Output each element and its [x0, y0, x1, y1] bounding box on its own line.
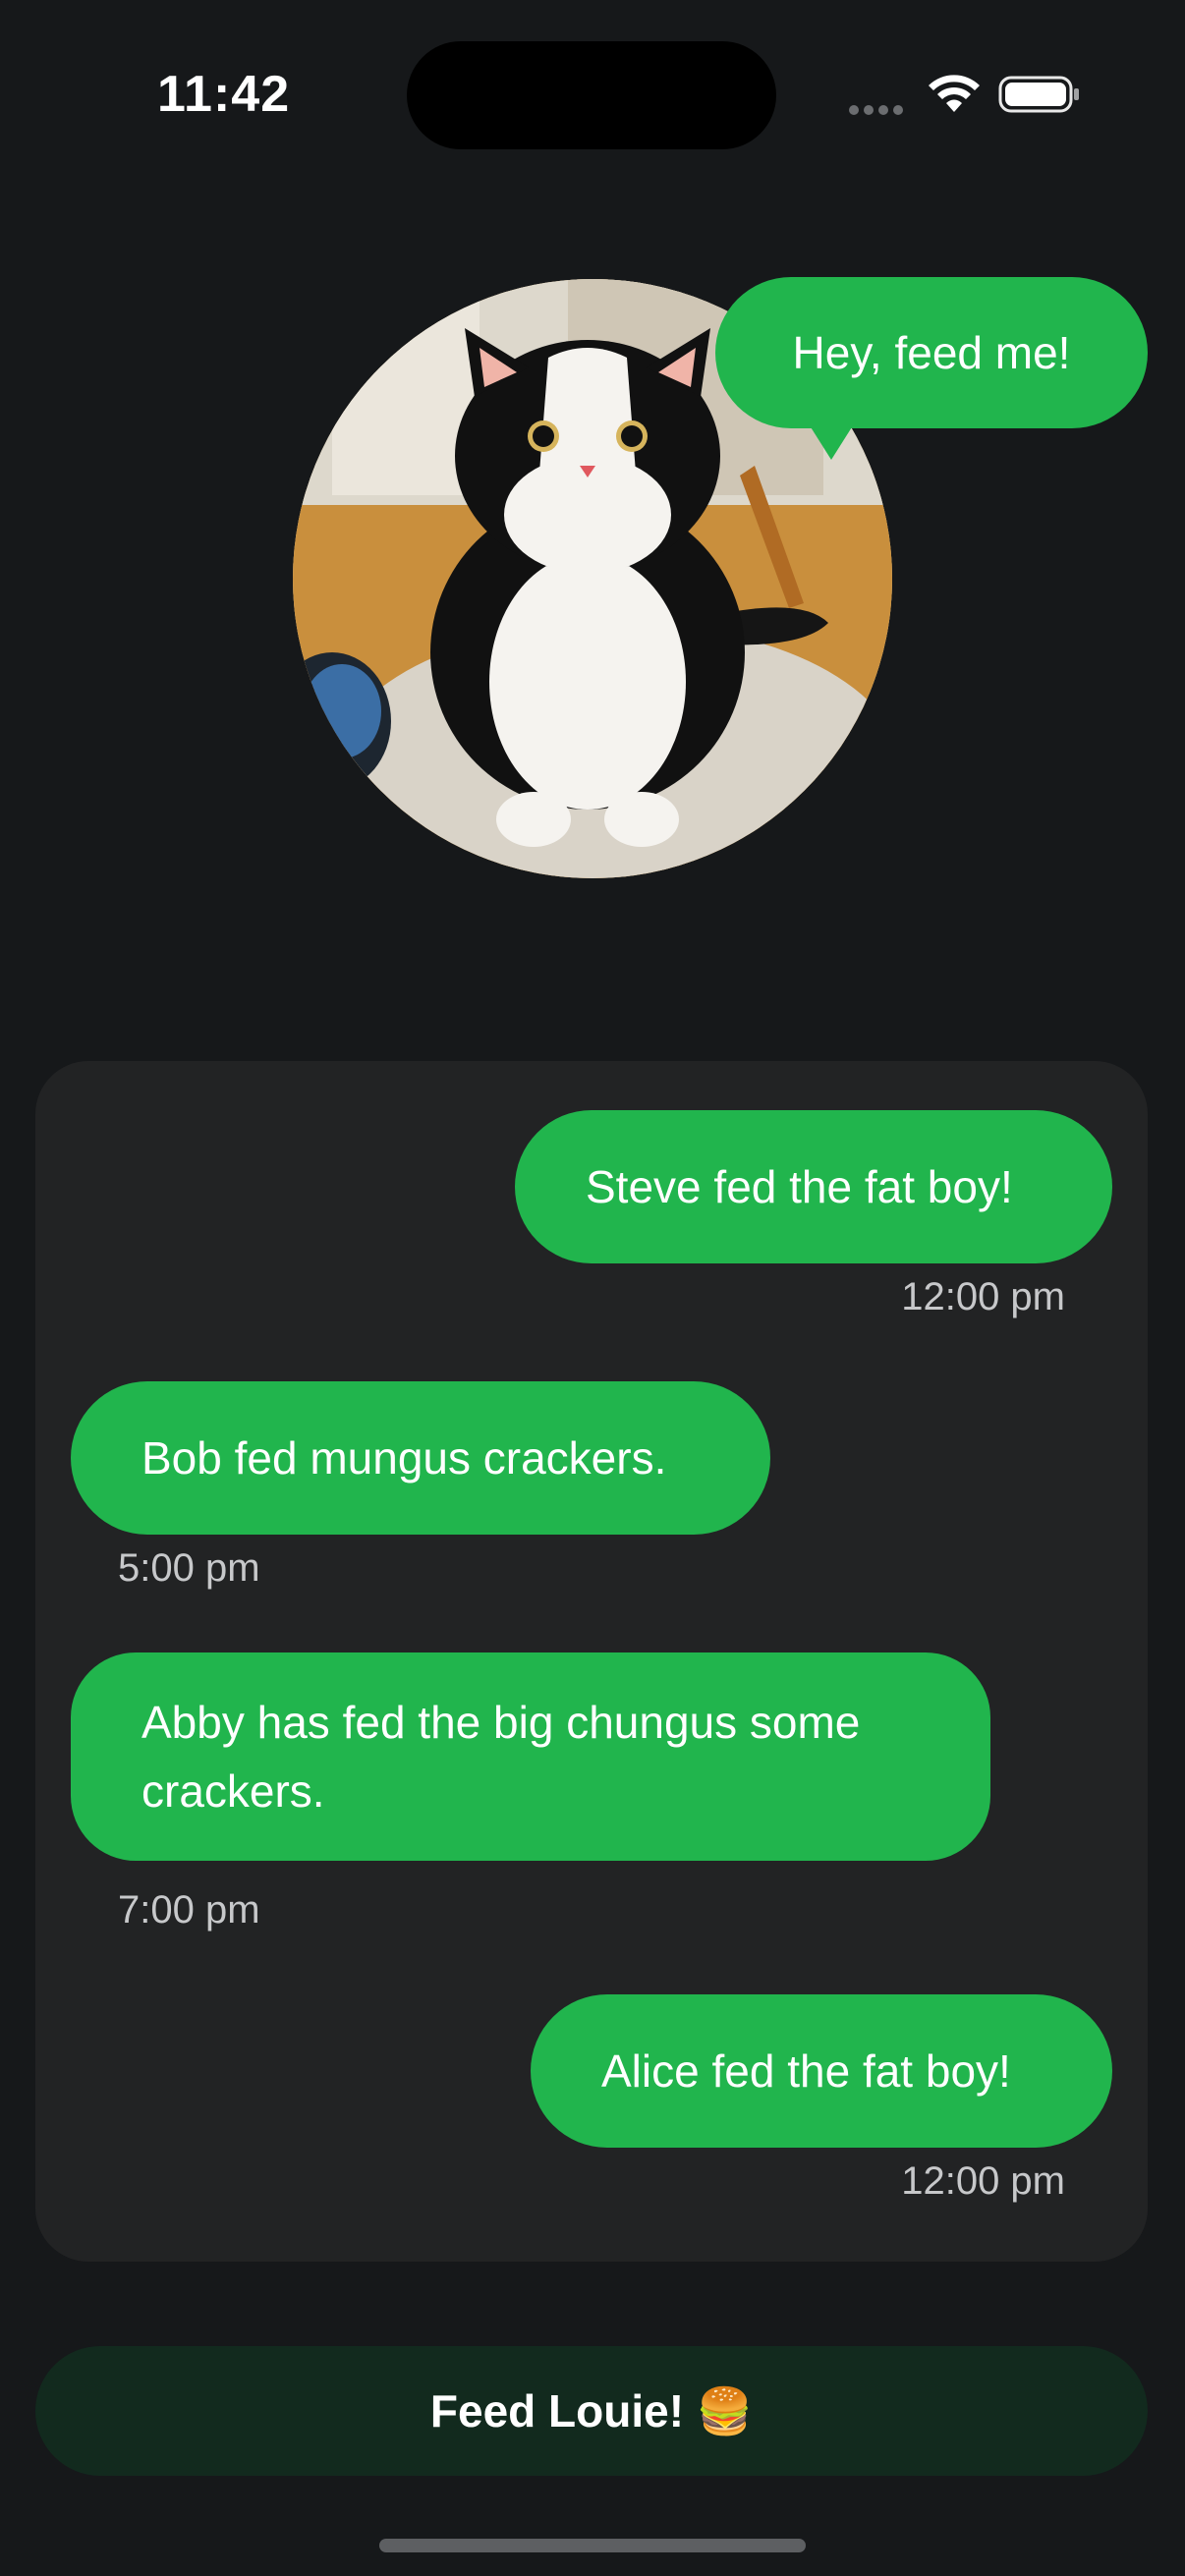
message-bubble: Bob fed mungus crackers. — [71, 1381, 770, 1535]
speech-bubble-tail — [808, 422, 855, 460]
feed-log-entry: Abby has fed the big chungus some cracke… — [71, 1652, 990, 1861]
message-bubble: Alice fed the fat boy! — [531, 1994, 1112, 2148]
message-timestamp: 12:00 pm — [901, 2159, 1065, 2203]
home-indicator[interactable] — [379, 2539, 806, 2552]
feed-log-entry: Bob fed mungus crackers. — [71, 1381, 770, 1535]
feed-louie-button[interactable]: Feed Louie! 🍔 — [35, 2346, 1148, 2476]
hero-section: Hey, feed me! — [0, 265, 1185, 914]
dynamic-island — [407, 41, 776, 149]
message-timestamp: 12:00 pm — [901, 1275, 1065, 1318]
message-bubble: Abby has fed the big chungus some cracke… — [71, 1652, 990, 1861]
cellular-signal-icon — [849, 102, 908, 120]
status-bar: 11:42 — [0, 0, 1185, 196]
feed-log-panel: Steve fed the fat boy! 12:00 pm Bob fed … — [35, 1061, 1148, 2262]
battery-icon — [998, 75, 1081, 119]
feed-log-entry: Steve fed the fat boy! — [515, 1110, 1112, 1263]
status-time: 11:42 — [157, 66, 291, 123]
message-timestamp: 7:00 pm — [118, 1888, 260, 1932]
wifi-icon — [928, 75, 981, 119]
message-timestamp: 5:00 pm — [118, 1546, 260, 1590]
message-bubble: Steve fed the fat boy! — [515, 1110, 1112, 1263]
speech-bubble: Hey, feed me! — [715, 277, 1148, 428]
feed-log-entry: Alice fed the fat boy! — [531, 1994, 1112, 2148]
